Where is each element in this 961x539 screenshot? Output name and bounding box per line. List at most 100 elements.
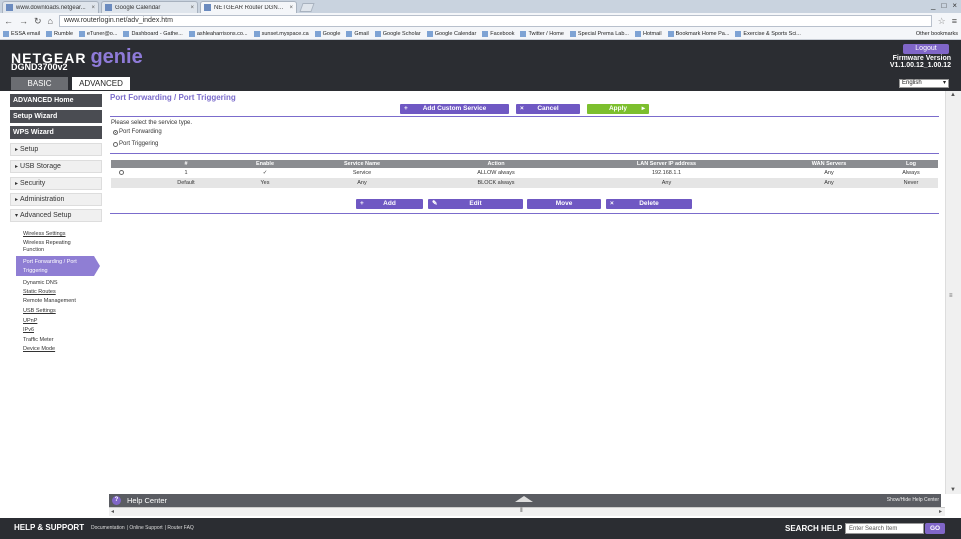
star-icon[interactable]: ☆ xyxy=(938,16,946,27)
firmware-label: Firmware Version xyxy=(892,55,951,62)
back-icon[interactable]: ← xyxy=(4,16,13,26)
scroll-grip-icon[interactable]: ⦀ xyxy=(520,508,523,515)
sidebar-item-remote-management[interactable]: Remote Management xyxy=(23,298,103,304)
bookmark-item[interactable]: Bookmark Home Pa... xyxy=(667,31,730,37)
radio-port-triggering[interactable]: Port Triggering xyxy=(113,141,158,147)
apply-button[interactable]: Apply ▸ xyxy=(587,104,649,114)
browser-tab-3[interactable]: NETGEAR Router DGND3... × xyxy=(200,1,297,13)
documentation-link[interactable]: Documentation xyxy=(91,525,125,531)
sidebar-group-setup[interactable]: ▸ Setup xyxy=(10,143,102,156)
horizontal-scrollbar[interactable]: ◂ ⦀ ▸ xyxy=(109,507,945,516)
home-icon[interactable]: ⌂ xyxy=(48,16,53,26)
delete-button[interactable]: × Delete xyxy=(606,199,692,209)
close-icon[interactable]: × xyxy=(190,5,194,11)
forward-icon[interactable]: → xyxy=(19,16,28,26)
cell-number: Default xyxy=(133,178,239,188)
tab-basic[interactable]: BASIC xyxy=(11,77,68,90)
advanced-home-button[interactable]: ADVANCED Home xyxy=(10,94,102,107)
move-button[interactable]: Move xyxy=(527,199,601,209)
bookmark-item[interactable]: ESSA email xyxy=(3,31,40,37)
add-custom-service-button[interactable]: + Add Custom Service xyxy=(400,104,509,114)
col-lan-ip: LAN Server IP address xyxy=(559,160,774,168)
bookmark-item[interactable]: Gmail xyxy=(346,31,369,37)
browser-tab-1[interactable]: www.downloads.netgear... × xyxy=(2,1,99,13)
sidebar-item-port-forwarding[interactable]: Port Forwarding / Port Triggering xyxy=(16,256,100,276)
expand-arrow-icon[interactable] xyxy=(515,496,533,502)
bookmark-item[interactable]: Google xyxy=(314,31,341,37)
close-icon[interactable]: × xyxy=(289,5,293,11)
sidebar-group-usb-storage[interactable]: ▸ USB Storage xyxy=(10,160,102,173)
bookmark-icon xyxy=(426,31,433,37)
setup-wizard-button[interactable]: Setup Wizard xyxy=(10,110,102,123)
router-faq-link[interactable]: Router FAQ xyxy=(167,525,193,531)
tab-advanced[interactable]: ADVANCED xyxy=(72,77,130,90)
sidebar-item-static-routes[interactable]: Static Routes xyxy=(23,289,103,295)
edit-button[interactable]: ✎ Edit xyxy=(428,199,523,209)
show-hide-help-link[interactable]: Show/Hide Help Center xyxy=(887,497,939,503)
bookmark-label: Google xyxy=(322,31,341,37)
bookmark-item[interactable]: Google Calendar xyxy=(426,31,476,37)
bookmark-label: Bookmark Home Pa... xyxy=(675,31,730,37)
sidebar-item-traffic-meter[interactable]: Traffic Meter xyxy=(23,337,103,343)
col-service-name: Service Name xyxy=(291,160,433,168)
sidebar-item-dynamic-dns[interactable]: Dynamic DNS xyxy=(23,280,103,286)
scroll-grip-icon[interactable]: ≡ xyxy=(949,293,953,299)
url-input[interactable]: www.routerlogin.net/adv_index.htm xyxy=(58,15,932,27)
sidebar-group-administration[interactable]: ▸ Administration xyxy=(10,193,102,206)
sidebar-group-advanced-setup[interactable]: ▾ Advanced Setup xyxy=(10,209,102,222)
browser-tab-2[interactable]: Google Calendar × xyxy=(101,1,198,13)
bookmark-item[interactable]: eTuner@o... xyxy=(79,31,117,37)
maximize-button[interactable]: □ xyxy=(941,1,946,10)
col-log: Log xyxy=(884,160,938,168)
scroll-right-icon[interactable]: ▸ xyxy=(939,508,942,515)
cell-enable[interactable]: ✓ xyxy=(239,168,291,178)
wps-wizard-button[interactable]: WPS Wizard xyxy=(10,126,102,139)
go-button[interactable]: GO xyxy=(925,523,945,534)
chevron-right-icon: ▸ xyxy=(15,164,19,170)
chevron-right-icon: ▸ xyxy=(15,197,19,203)
search-help-label: SEARCH HELP xyxy=(785,524,843,533)
bookmark-item[interactable]: Exercise & Sports Sci... xyxy=(735,31,801,37)
new-tab-button[interactable] xyxy=(299,3,315,12)
sidebar-item-upnp[interactable]: UPnP xyxy=(23,318,103,324)
bookmark-item[interactable]: Rumble xyxy=(46,31,73,37)
scroll-up-icon[interactable]: ▲ xyxy=(950,92,956,98)
bookmark-item[interactable]: Twitter / Home xyxy=(520,31,564,37)
minimize-button[interactable]: _ xyxy=(931,1,935,10)
other-bookmarks[interactable]: Other bookmarks xyxy=(916,31,958,37)
bookmark-item[interactable]: sunset.myspace.ca xyxy=(253,31,309,37)
search-input[interactable]: Enter Search Item xyxy=(845,523,924,534)
close-icon[interactable]: × xyxy=(91,5,95,11)
sidebar-item-wireless-repeating[interactable]: Wireless Repeating Function xyxy=(23,240,89,254)
bookmark-item[interactable]: ashleaharrisons.co... xyxy=(188,31,248,37)
bookmark-item[interactable]: Facebook xyxy=(482,31,514,37)
online-support-link[interactable]: Online Support xyxy=(129,525,162,531)
vertical-scrollbar[interactable]: ▲ ≡ ▼ xyxy=(945,91,961,494)
add-button[interactable]: + Add xyxy=(356,199,423,209)
sidebar-item-device-mode[interactable]: Device Mode xyxy=(23,346,103,352)
sidebar-item-usb-settings[interactable]: USB Settings xyxy=(23,308,103,314)
bookmark-item[interactable]: Google Scholar xyxy=(374,31,421,37)
sidebar-group-security[interactable]: ▸ Security xyxy=(10,177,102,190)
menu-icon[interactable]: ≡ xyxy=(952,16,957,26)
close-window-button[interactable]: × xyxy=(952,1,957,10)
help-center-bar[interactable]: ? Help Center Show/Hide Help Center xyxy=(109,494,941,507)
bookmark-label: eTuner@o... xyxy=(87,31,118,37)
bookmark-item[interactable]: Special Prema Lab... xyxy=(569,31,629,37)
sidebar-item-wireless-settings[interactable]: Wireless Settings xyxy=(23,231,103,237)
table-row[interactable]: 1 ✓ Service ALLOW always 192.168.1.1 Any… xyxy=(111,168,938,178)
logout-button[interactable]: Logout xyxy=(903,44,949,54)
row-select-empty xyxy=(111,178,133,188)
cell-enable: Yes xyxy=(239,178,291,188)
reload-icon[interactable]: ↻ xyxy=(34,16,42,27)
bookmark-item[interactable]: Hotmail xyxy=(634,31,662,37)
bookmark-item[interactable]: Dashboard - Gathe... xyxy=(123,31,183,37)
row-select-radio[interactable] xyxy=(111,168,133,178)
scroll-down-icon[interactable]: ▼ xyxy=(950,487,956,493)
sidebar-item-ipv6[interactable]: IPv6 xyxy=(23,327,103,333)
scroll-left-icon[interactable]: ◂ xyxy=(111,508,114,515)
radio-port-forwarding[interactable]: Port Forwarding xyxy=(113,129,162,135)
language-select[interactable]: English ▾ xyxy=(899,79,949,88)
bookmark-icon xyxy=(79,31,85,37)
cancel-button[interactable]: × Cancel xyxy=(516,104,580,114)
